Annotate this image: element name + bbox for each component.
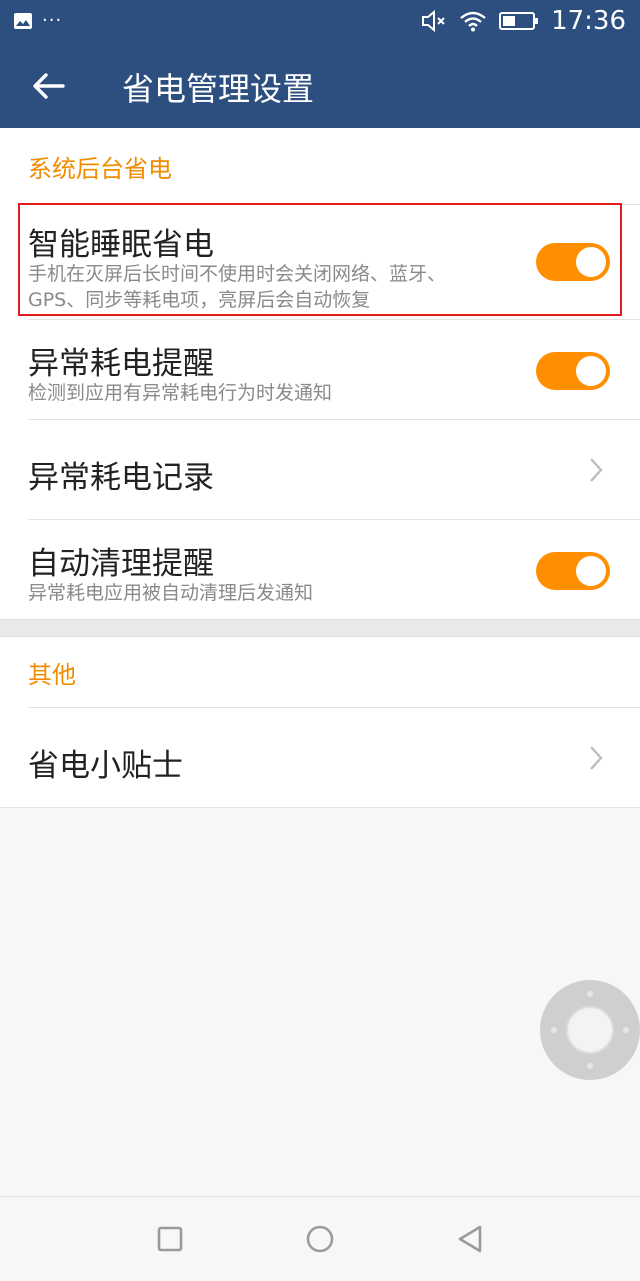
circle-icon bbox=[306, 1225, 334, 1253]
status-time: 17:36 bbox=[551, 6, 626, 36]
section-header-other: 其他 bbox=[28, 660, 76, 689]
status-bar: ··· 17:36 bbox=[0, 0, 640, 44]
row-divider bbox=[0, 807, 640, 808]
float-center bbox=[566, 1006, 614, 1054]
row-description: 检测到应用有异常耗电行为时发通知 bbox=[28, 382, 333, 404]
toolbar: 省电管理设置 bbox=[0, 44, 640, 128]
recents-button[interactable] bbox=[148, 1217, 192, 1261]
row-abnormal-alert[interactable]: 异常耗电提醒 检测到应用有异常耗电行为时发通知 bbox=[28, 319, 640, 419]
back-nav-button[interactable] bbox=[448, 1217, 492, 1261]
toggle-knob bbox=[576, 356, 606, 386]
abnormal-alert-toggle[interactable] bbox=[536, 352, 610, 390]
page-title: 省电管理设置 bbox=[122, 70, 315, 108]
chevron-right-icon bbox=[590, 746, 603, 770]
section-background: 系统后台省电 智能睡眠省电 手机在灭屏后长时间不使用时会关闭网络、蓝牙、 GPS… bbox=[0, 128, 640, 619]
chevron-right-icon bbox=[590, 458, 603, 482]
row-title: 自动清理提醒 bbox=[28, 546, 214, 582]
floating-assist-button[interactable] bbox=[540, 980, 640, 1080]
row-title: 省电小贴士 bbox=[28, 748, 183, 784]
volume-mute-icon bbox=[422, 9, 445, 33]
image-notification-icon bbox=[14, 12, 32, 29]
section-divider bbox=[0, 619, 640, 637]
triangle-back-icon bbox=[458, 1225, 482, 1253]
back-button[interactable] bbox=[24, 62, 72, 110]
square-icon bbox=[157, 1226, 183, 1252]
auto-clean-toggle[interactable] bbox=[536, 552, 610, 590]
highlight-box bbox=[18, 203, 622, 316]
row-tips[interactable]: 省电小贴士 bbox=[28, 707, 640, 807]
row-title: 异常耗电记录 bbox=[28, 460, 214, 496]
home-button[interactable] bbox=[298, 1217, 342, 1261]
battery-icon bbox=[499, 12, 539, 30]
status-left: ··· bbox=[14, 10, 62, 31]
wifi-icon bbox=[460, 11, 486, 32]
toggle-knob bbox=[576, 556, 606, 586]
row-description: 异常耗电应用被自动清理后发通知 bbox=[28, 582, 314, 604]
arrow-left-icon bbox=[33, 73, 65, 99]
row-auto-clean[interactable]: 自动清理提醒 异常耗电应用被自动清理后发通知 bbox=[28, 519, 640, 619]
section-header-background: 系统后台省电 bbox=[28, 154, 172, 183]
section-other: 其他 省电小贴士 bbox=[0, 637, 640, 808]
row-title: 异常耗电提醒 bbox=[28, 346, 214, 382]
more-notifications-indicator: ··· bbox=[42, 10, 63, 31]
navigation-bar bbox=[0, 1196, 640, 1281]
row-abnormal-record[interactable]: 异常耗电记录 bbox=[28, 419, 640, 519]
status-right: 17:36 bbox=[421, 6, 626, 36]
